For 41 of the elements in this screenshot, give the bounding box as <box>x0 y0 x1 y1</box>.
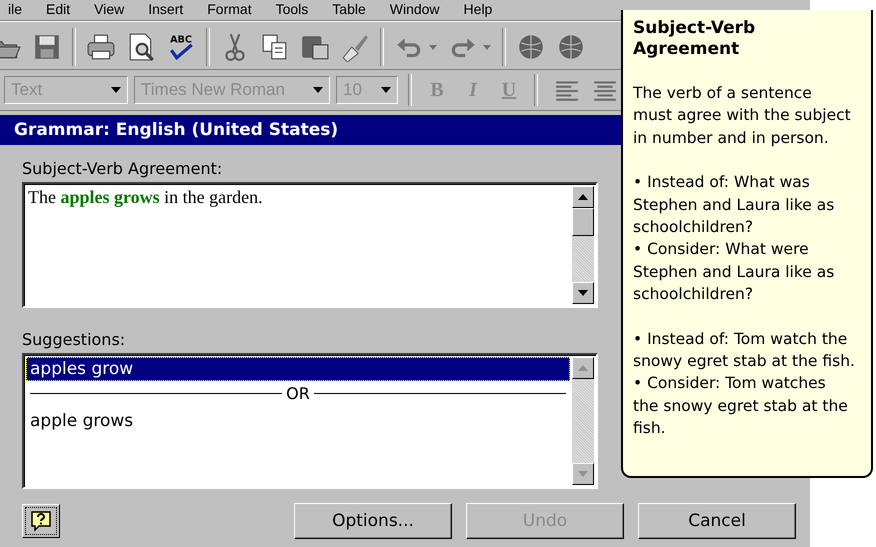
menu-item[interactable]: View <box>94 1 124 18</box>
balloon-text: The verb of a sentence must agree with the subject in number and in person. <box>633 83 852 149</box>
menu-item[interactable]: ile <box>8 1 22 18</box>
help-icon <box>29 509 53 533</box>
balloon-text: • Consider: Tom watches the snowy egret stab at the fish. <box>633 373 849 440</box>
printer-icon[interactable] <box>86 32 116 62</box>
menu-item[interactable]: Format <box>207 1 252 18</box>
suggestion-item[interactable]: apples grow <box>26 357 570 381</box>
menu-item[interactable]: Table <box>332 1 366 18</box>
balloon-text: • Instead of: What was Stephen and Laura like as schoolchildren? <box>633 172 836 238</box>
dropdown-icon <box>313 87 323 93</box>
menu-item[interactable]: Tools <box>276 1 308 18</box>
balloon-title: Subject-Verb Agreement <box>633 18 756 60</box>
suggestions-list[interactable]: apples grow OR apple grows <box>22 353 598 489</box>
problem-label: Subject-Verb Agreement: <box>22 159 222 178</box>
dropdown-icon <box>381 87 391 93</box>
menu-item[interactable]: Help <box>464 1 492 18</box>
balloon-text: • Instead of: Tom watch the snowy egret stab at the fish. <box>633 328 855 372</box>
brush-icon[interactable] <box>340 32 370 62</box>
separator-label: OR <box>286 384 310 402</box>
globe-icon[interactable] <box>516 32 546 62</box>
dialog-button[interactable]: Options... <box>294 503 452 539</box>
globe-icon[interactable] <box>556 32 586 62</box>
scroll-down-icon[interactable] <box>578 290 588 296</box>
floppy-icon[interactable] <box>32 32 62 62</box>
scroll-thumb[interactable] <box>572 208 594 236</box>
dialog-title: Grammar: English (United States) <box>14 120 338 140</box>
suggestion-item[interactable]: apple grows <box>26 409 570 433</box>
scrollbar[interactable] <box>572 186 594 304</box>
menu-item[interactable]: Window <box>390 1 440 18</box>
dialog-button[interactable]: Cancel <box>638 503 796 539</box>
align-left-icon[interactable] <box>554 79 580 101</box>
balloon-text: • Consider: What were Stephen and Laura like as schoolchildren? <box>633 239 836 306</box>
scroll-up-icon[interactable] <box>578 194 588 200</box>
align-center-icon[interactable] <box>592 79 618 101</box>
menu-item[interactable]: Insert <box>148 1 184 18</box>
dropdown-icon <box>111 87 121 93</box>
help-button[interactable] <box>22 504 60 538</box>
menu-item[interactable]: Edit <box>46 1 70 18</box>
sentence-field[interactable]: The apples grows in the garden. <box>22 182 598 308</box>
suggestions-label: Suggestions: <box>22 330 126 349</box>
